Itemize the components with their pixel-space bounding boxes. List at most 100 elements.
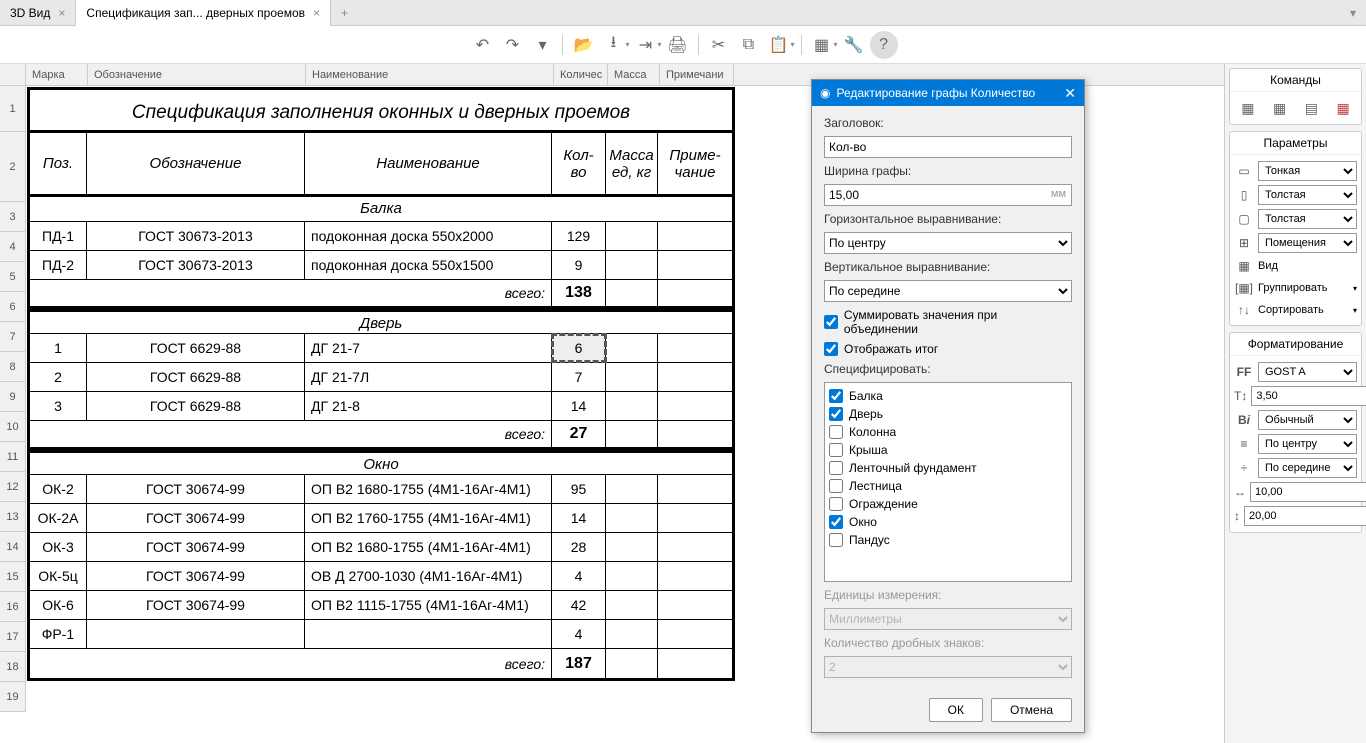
col-header[interactable]: Примечани (660, 64, 734, 85)
row-header[interactable]: 2 (0, 132, 25, 202)
open-icon[interactable]: 📂 (569, 31, 597, 59)
table-cell[interactable]: ОВ Д 2700-1030 (4М1-16Аг-4М1) (305, 562, 552, 590)
listbox-specify[interactable]: БалкаДверьКолоннаКрышаЛенточный фундамен… (824, 382, 1072, 582)
table-cell[interactable]: 14 (552, 392, 606, 420)
help-icon[interactable]: ? (870, 31, 898, 59)
size-input[interactable] (1251, 386, 1366, 406)
table-cell[interactable]: 28 (552, 533, 606, 561)
table-cell[interactable] (658, 620, 732, 648)
row-header[interactable]: 4 (0, 232, 25, 262)
row-header[interactable]: 10 (0, 412, 25, 442)
row-header[interactable]: 14 (0, 532, 25, 562)
row-header[interactable]: 3 (0, 202, 25, 232)
list-item[interactable]: Колонна (829, 423, 1067, 441)
cut-icon[interactable]: ✂ (705, 31, 733, 59)
row-header[interactable]: 7 (0, 322, 25, 352)
row-header[interactable]: 12 (0, 472, 25, 502)
cancel-button[interactable]: Отмена (991, 698, 1072, 722)
table-cell[interactable]: ГОСТ 30674-99 (87, 475, 305, 503)
valign-select[interactable]: По середине (1258, 458, 1357, 478)
table-cell[interactable]: ОП В2 1760-1755 (4М1-16Аг-4М1) (305, 504, 552, 532)
table-row[interactable]: ОК-3ГОСТ 30674-99ОП В2 1680-1755 (4М1-16… (30, 533, 732, 562)
row-header[interactable]: 13 (0, 502, 25, 532)
table-cell[interactable]: ГОСТ 30673-2013 (87, 222, 305, 250)
row-header[interactable]: 5 (0, 262, 25, 292)
check-sum[interactable]: Суммировать значения при объединении (824, 308, 1072, 336)
table-cell[interactable] (305, 620, 552, 648)
width-input[interactable] (1250, 482, 1366, 502)
row-header[interactable]: 16 (0, 592, 25, 622)
table-cell[interactable]: ГОСТ 30673-2013 (87, 251, 305, 279)
table-cell[interactable] (606, 533, 658, 561)
table-cell[interactable]: ОК-3 (30, 533, 87, 561)
table-cell[interactable]: ГОСТ 30674-99 (87, 562, 305, 590)
export-icon[interactable]: ⇥ (631, 31, 659, 59)
font-select[interactable]: GOST A (1258, 362, 1357, 382)
row-header[interactable]: 19 (0, 682, 25, 712)
row-header[interactable]: 1 (0, 86, 25, 132)
close-icon[interactable]: × (58, 6, 65, 20)
table-row[interactable]: 1ГОСТ 6629-88ДГ 21-76 (30, 334, 732, 363)
table-cell[interactable] (658, 475, 732, 503)
table-cell[interactable]: ГОСТ 30674-99 (87, 504, 305, 532)
table-cell[interactable]: подоконная доска 550х2000 (305, 222, 552, 250)
table-cell[interactable] (606, 334, 658, 362)
table-cell[interactable]: ГОСТ 6629-88 (87, 363, 305, 391)
cmd-icon-2[interactable]: ▦ (1268, 96, 1292, 120)
table-row[interactable]: ПД-2ГОСТ 30673-2013подоконная доска 550х… (30, 251, 732, 280)
copy-icon[interactable]: ⧉ (735, 31, 763, 59)
table-cell[interactable] (606, 251, 658, 279)
table-cell[interactable]: ОК-5ц (30, 562, 87, 590)
table-cell[interactable]: ОК-2 (30, 475, 87, 503)
table-cell[interactable] (658, 392, 732, 420)
dialog-titlebar[interactable]: ◉ Редактирование графы Количество ✕ (812, 80, 1084, 106)
table-cell[interactable]: ДГ 21-7Л (305, 363, 552, 391)
table-cell[interactable]: ОП В2 1680-1755 (4М1-16Аг-4М1) (305, 533, 552, 561)
table-row[interactable]: 3ГОСТ 6629-88ДГ 21-814 (30, 392, 732, 421)
list-item[interactable]: Окно (829, 513, 1067, 531)
cmd-icon-4[interactable]: ▦ (1331, 96, 1355, 120)
row-header[interactable]: 9 (0, 382, 25, 412)
redo-icon[interactable]: ↷ (498, 31, 526, 59)
table-cell[interactable] (87, 620, 305, 648)
line-thick-select[interactable]: Толстая (1258, 185, 1357, 205)
border-select[interactable]: Толстая (1258, 209, 1357, 229)
table-icon[interactable]: ▦ (808, 31, 836, 59)
tab-3d-view[interactable]: 3D Вид× (0, 0, 76, 26)
table-cell[interactable]: ГОСТ 30674-99 (87, 591, 305, 619)
ok-button[interactable]: ОК (929, 698, 983, 722)
table-cell[interactable]: 129 (552, 222, 606, 250)
row-header[interactable]: 15 (0, 562, 25, 592)
close-icon[interactable]: ✕ (1064, 85, 1076, 102)
table-cell[interactable]: ОП В2 1680-1755 (4М1-16Аг-4М1) (305, 475, 552, 503)
table-cell[interactable]: ОК-2А (30, 504, 87, 532)
halign-select[interactable]: По центру (1258, 434, 1357, 454)
table-cell[interactable] (658, 562, 732, 590)
table-cell[interactable] (658, 533, 732, 561)
tab-specification[interactable]: Спецификация зап... дверных проемов× (76, 0, 331, 26)
table-cell[interactable]: ПД-1 (30, 222, 87, 250)
table-cell[interactable] (606, 504, 658, 532)
row-header[interactable]: 8 (0, 352, 25, 382)
weight-select[interactable]: Обычный (1258, 410, 1357, 430)
tab-menu-icon[interactable]: ▾ (1340, 6, 1366, 20)
row-header[interactable]: 18 (0, 652, 25, 682)
close-icon[interactable]: × (313, 6, 320, 20)
table-cell[interactable] (658, 504, 732, 532)
list-item[interactable]: Крыша (829, 441, 1067, 459)
table-cell[interactable] (606, 562, 658, 590)
table-cell[interactable]: 3 (30, 392, 87, 420)
select-halign[interactable]: По центру (824, 232, 1072, 254)
col-header[interactable]: Марка (26, 64, 88, 85)
table-cell[interactable] (606, 392, 658, 420)
view-label[interactable]: Вид (1258, 260, 1357, 272)
list-item[interactable]: Дверь (829, 405, 1067, 423)
check-total[interactable]: Отображать итог (824, 342, 1072, 356)
table-cell[interactable] (606, 363, 658, 391)
col-header[interactable]: Масса (608, 64, 660, 85)
table-cell[interactable]: 4 (552, 620, 606, 648)
cmd-icon-3[interactable]: ▤ (1299, 96, 1323, 120)
table-cell[interactable] (658, 334, 732, 362)
table-cell[interactable] (606, 620, 658, 648)
table-cell[interactable] (606, 222, 658, 250)
